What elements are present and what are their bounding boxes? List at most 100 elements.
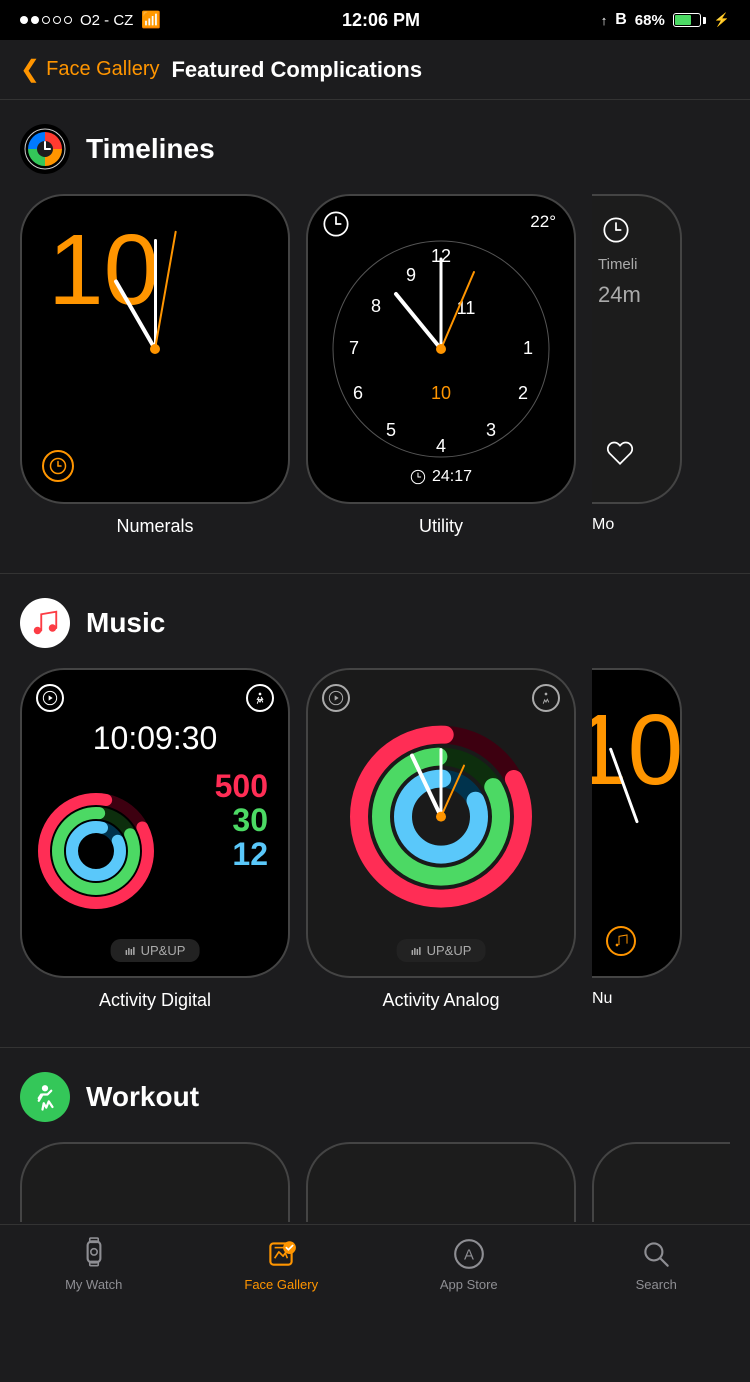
status-bar: O2 - CZ 📶 12:06 PM ↑ B 68% ⚡ (0, 0, 750, 40)
svg-text:5: 5 (386, 420, 396, 440)
wifi-icon: 📶 (141, 10, 161, 30)
utility-card[interactable]: 22° 12 1 2 3 4 (306, 194, 576, 537)
charging-icon: ⚡ (714, 12, 730, 28)
modular-label: Mo (592, 516, 614, 534)
signal-dot-2 (31, 16, 39, 24)
tab-my-watch[interactable]: My Watch (0, 1237, 188, 1292)
svg-text:A: A (464, 1247, 474, 1263)
numerals-partial-card: 10 Nu (592, 668, 682, 1011)
numerals-partial-label: Nu (592, 990, 612, 1008)
face-gallery-icon (264, 1237, 298, 1271)
partial-number: 10 (592, 700, 682, 800)
tab-face-gallery-label: Face Gallery (244, 1277, 318, 1292)
timelines-clock-svg (24, 128, 66, 170)
timelines-section: Timelines 10 (0, 100, 750, 557)
signal-dot-5 (64, 16, 72, 24)
music-header: Music (20, 598, 730, 648)
music-note-svg (30, 608, 60, 638)
app-store-icon: A (452, 1237, 486, 1271)
activity-analog-face: UP&UP (306, 668, 576, 978)
tab-search[interactable]: Search (563, 1237, 750, 1292)
timelines-icon (20, 124, 70, 174)
status-left: O2 - CZ 📶 (20, 10, 161, 30)
music-icon (20, 598, 70, 648)
act-calories: 500 (215, 770, 268, 802)
modular-clock-icon (602, 216, 630, 249)
workout-face-partial-3 (592, 1142, 730, 1222)
activity-digital-card[interactable]: 10:09:30 500 30 12 (20, 668, 290, 1011)
complication-clock-icon (49, 457, 67, 475)
svg-text:10: 10 (431, 383, 451, 403)
numerals-label: Numerals (116, 516, 193, 537)
activity-analog-label: Activity Analog (382, 990, 499, 1011)
signal-dot-4 (53, 16, 61, 24)
back-label: Face Gallery (46, 58, 159, 81)
workout-title: Workout (86, 1081, 199, 1113)
svg-text:7: 7 (349, 338, 359, 358)
activity-analog-card[interactable]: UP&UP Activity Analog (306, 668, 576, 1011)
numerals-card[interactable]: 10 Numerals (20, 194, 290, 537)
numerals-face: 10 (20, 194, 290, 504)
tab-app-store-label: App Store (440, 1277, 498, 1292)
location-icon: ↑ (601, 13, 608, 28)
act-hours: 12 (232, 838, 268, 870)
tab-bar: My Watch Face Gallery A App Store Search (0, 1224, 750, 1334)
status-right: ↑ B 68% ⚡ (601, 11, 730, 29)
tab-my-watch-label: My Watch (65, 1277, 122, 1292)
svg-text:8: 8 (371, 296, 381, 316)
tab-search-label: Search (636, 1277, 677, 1292)
svg-text:1: 1 (523, 338, 533, 358)
partial-music-icon (606, 926, 636, 956)
signal-dot-3 (42, 16, 50, 24)
utility-clock-svg: 12 1 2 3 4 5 6 7 8 9 10 11 (326, 234, 556, 464)
workout-run-svg (30, 1082, 60, 1112)
workout-card-2[interactable] (306, 1142, 576, 1222)
act-music-text: UP&UP (141, 943, 186, 958)
act-music-complication (36, 684, 64, 712)
svg-text:9: 9 (406, 265, 416, 285)
utility-digital-time: 24:17 (410, 468, 472, 486)
page-title: Featured Complications (171, 57, 422, 83)
svg-text:4: 4 (436, 436, 446, 456)
act-digital-time: 10:09:30 (93, 720, 218, 757)
signal-dots (20, 16, 72, 24)
workout-card-1[interactable] (20, 1142, 290, 1222)
timelines-title: Timelines (86, 133, 215, 165)
carrier-name: O2 - CZ (80, 12, 133, 29)
analog-music-label: UP&UP (397, 939, 486, 962)
back-chevron-icon: ❮ (20, 55, 40, 84)
numerals-hour: 10 (48, 220, 159, 320)
svg-text:2: 2 (518, 383, 528, 403)
workout-face-partial-2 (306, 1142, 576, 1222)
act-minutes: 30 (232, 804, 268, 836)
music-cards: 10:09:30 500 30 12 (20, 668, 730, 1031)
signal-dot-1 (20, 16, 28, 24)
timelines-cards: 10 Numerals (20, 194, 730, 557)
bluetooth-icon: B (615, 11, 627, 29)
utility-temp: 22° (530, 212, 556, 232)
modular-subtext: 24m (598, 282, 641, 308)
battery-percent: 68% (635, 12, 665, 29)
workout-face-partial-1 (20, 1142, 290, 1222)
act-rings (36, 791, 156, 916)
modular-text: Timeli (598, 256, 637, 273)
analog-music-text: UP&UP (427, 943, 472, 958)
music-section: Music (0, 574, 750, 1031)
nav-header: ❮ Face Gallery Featured Complications (0, 40, 750, 100)
center-dot (150, 344, 160, 354)
workout-card-3[interactable] (592, 1142, 730, 1222)
numerals-partial-face: 10 (592, 668, 682, 978)
act-run-complication (246, 684, 274, 712)
tab-face-gallery[interactable]: Face Gallery (188, 1237, 376, 1292)
act-music-label: UP&UP (111, 939, 200, 962)
analog-rings (346, 722, 536, 917)
tab-app-store[interactable]: A App Store (375, 1237, 563, 1292)
utility-time-value: 24:17 (432, 468, 472, 486)
activity-digital-face: 10:09:30 500 30 12 (20, 668, 290, 978)
workout-icon (20, 1072, 70, 1122)
battery-indicator (673, 13, 706, 27)
back-button[interactable]: ❮ Face Gallery (20, 55, 159, 84)
act-stats: 500 30 12 (215, 770, 268, 870)
svg-text:6: 6 (353, 383, 363, 403)
analog-run-complication (532, 684, 560, 712)
